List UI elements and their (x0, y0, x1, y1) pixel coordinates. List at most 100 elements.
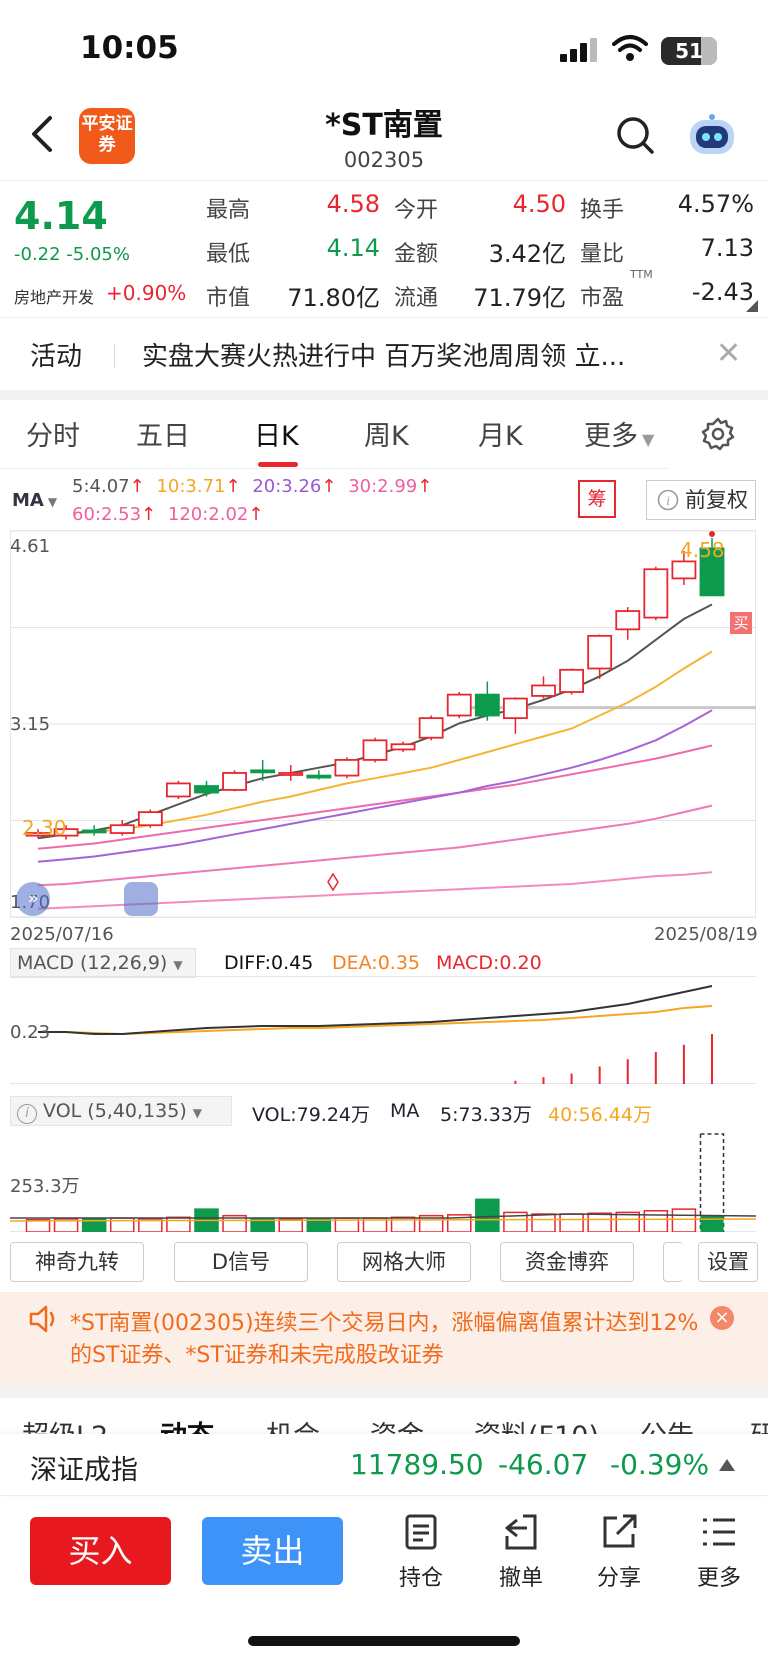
up-arrow-icon: ↑ (248, 504, 264, 525)
close-icon[interactable]: × (710, 1306, 734, 1330)
cancel-order-button[interactable]: 撤单 (486, 1512, 556, 1592)
dea-line (38, 1005, 713, 1036)
d-signal-button[interactable]: D信号 (174, 1242, 308, 1282)
macd-chart (10, 976, 756, 1084)
tab-more[interactable]: 更多 ▼ (584, 414, 654, 453)
active-tab-indicator (258, 462, 298, 467)
up-arrow-icon: ↑ (321, 476, 337, 497)
sector-change: +0.90% (106, 281, 187, 305)
candle (503, 697, 528, 720)
candle (194, 785, 219, 794)
chevron-up-icon[interactable] (718, 1458, 736, 1472)
price-adjust-button[interactable]: i 前复权 (646, 480, 756, 520)
more-label: 更多 (696, 1566, 741, 1591)
quote-label-pe: 市盈 (580, 286, 625, 311)
volume-chart (10, 1133, 756, 1232)
ma-legend-row-1: 5:4.07↑ 10:3.71↑ 20:3.26↑ 30:2.99↑ (72, 476, 432, 497)
index-percent: -0.39% (610, 1448, 710, 1481)
back-button[interactable] (24, 112, 64, 156)
ma-selector[interactable]: MA ▼ (12, 490, 57, 511)
section-divider (0, 390, 768, 400)
quote-value-volume-ratio: 7.13 (700, 234, 754, 262)
battery-level: 51 (675, 39, 703, 63)
activity-divider (114, 344, 115, 368)
up-arrow-icon: ↑ (417, 476, 433, 497)
volume-bar (559, 1213, 584, 1232)
indicator-settings-button[interactable]: 设置 (698, 1242, 758, 1282)
up-arrow-icon: ↑ (129, 476, 145, 497)
stock-code: 002305 (343, 148, 425, 172)
candle (531, 684, 556, 697)
volume-bar (475, 1198, 500, 1232)
sector-name[interactable]: 房地产开发 (14, 284, 94, 308)
magic-nine-button[interactable]: 神奇九转 (10, 1242, 144, 1282)
vol-ma-label: MA (390, 1100, 420, 1122)
ma20-line (37, 709, 713, 863)
ma5-value: 5:4.07 (72, 476, 130, 497)
ai-assistant-robot-icon[interactable] (686, 112, 738, 160)
candle (334, 759, 360, 777)
speaker-icon (29, 1305, 55, 1333)
share-icon (603, 1514, 637, 1548)
holdings-button[interactable]: 持仓 (386, 1512, 456, 1592)
tab-five-day[interactable]: 五日 (136, 414, 190, 453)
up-arrow-icon: ↑ (225, 476, 241, 497)
share-button[interactable]: 分享 (584, 1512, 654, 1592)
grid-master-button[interactable]: 网格大师 (337, 1242, 471, 1282)
macd-selector-label: MACD (12,26,9) (17, 952, 168, 974)
quote-value-amount: 3.42亿 (488, 240, 566, 268)
y-axis-max: 4.61 (10, 536, 51, 557)
low-price-marker: 2.30 (22, 816, 67, 840)
scroll-left-button[interactable]: » (16, 882, 50, 916)
battery-icon: 51 (661, 37, 717, 65)
ma-label: MA (12, 490, 44, 511)
quote-value-market-cap: 71.80亿 (287, 284, 380, 312)
candle (81, 829, 107, 834)
gear-icon[interactable] (700, 416, 736, 452)
search-icon[interactable] (614, 114, 656, 156)
volume-bar (531, 1213, 556, 1232)
tab-daily-k[interactable]: 日K (254, 414, 299, 453)
holdings-icon (405, 1514, 437, 1550)
fullscreen-icon[interactable] (124, 882, 158, 916)
tab-monthly-k[interactable]: 月K (478, 414, 523, 453)
kline-chart[interactable] (10, 530, 756, 918)
activity-text[interactable]: 实盘大赛火热进行中 百万奖池周周领 立... (142, 336, 692, 373)
expand-corner-icon[interactable] (746, 300, 758, 312)
quote-label-high: 最高 (206, 198, 251, 223)
vol-selector-label: VOL (5,40,135) (43, 1100, 187, 1122)
x-axis-start: 2025/07/16 (10, 924, 114, 945)
candle (362, 739, 388, 761)
high-dot (709, 531, 715, 537)
ma120-value: 120:2.02 (167, 504, 249, 525)
indicator-button-partial[interactable] (663, 1242, 683, 1282)
candle (559, 668, 584, 693)
quote-label-market-cap: 市值 (206, 286, 251, 311)
current-price: 4.14 (14, 194, 108, 238)
macd-value: MACD:0.20 (436, 952, 542, 974)
chevron-down-icon: ▼ (192, 1106, 203, 1120)
activity-close-button[interactable]: ✕ (716, 336, 741, 371)
volume-bar (671, 1208, 697, 1232)
chip-distribution-button[interactable]: 筹 (578, 480, 616, 518)
quote-label-float-cap: 流通 (394, 286, 439, 311)
sell-button[interactable]: 卖出 (202, 1517, 343, 1585)
vol-selector[interactable]: i VOL (5,40,135) ▼ (10, 1096, 232, 1126)
ma60-value: 60:2.53 (72, 504, 142, 525)
macd-selector[interactable]: MACD (12,26,9) ▼ (10, 948, 196, 978)
cancel-order-icon (505, 1514, 537, 1550)
buy-button[interactable]: 买入 (30, 1517, 171, 1585)
tab-intraday[interactable]: 分时 (26, 414, 80, 453)
macd-y-label: 0.23 (10, 1022, 51, 1043)
high-price-marker: 4.58 (680, 538, 725, 562)
index-name: 深证成指 (30, 1455, 138, 1486)
quote-value-float-cap: 71.79亿 (473, 284, 566, 312)
buy-signal-tag[interactable]: 买 (730, 612, 752, 634)
tab-weekly-k[interactable]: 周K (364, 414, 409, 453)
cancel-order-label: 撤单 (498, 1566, 543, 1591)
macd-diff: DIFF:0.45 (224, 952, 314, 974)
fund-game-button[interactable]: 资金博弈 (500, 1242, 634, 1282)
chevron-down-icon: ▼ (173, 958, 183, 972)
x-axis-end: 2025/08/19 (654, 924, 758, 945)
more-button[interactable]: 更多 (684, 1512, 754, 1592)
